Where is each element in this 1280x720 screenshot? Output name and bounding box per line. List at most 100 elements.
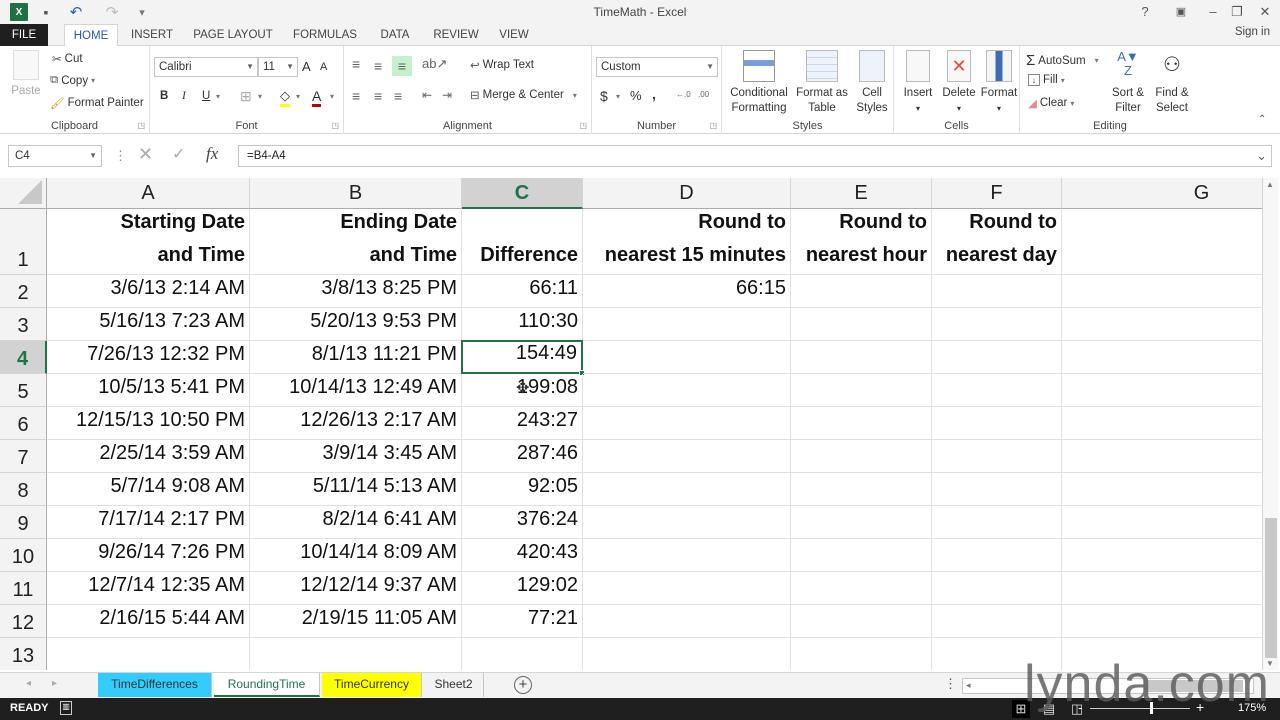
- row-header-1[interactable]: 1: [0, 209, 47, 275]
- sheet-tab-roundingtime[interactable]: RoundingTime: [214, 673, 320, 697]
- select-all-corner[interactable]: [0, 178, 47, 209]
- scroll-up-icon[interactable]: ▲: [1266, 180, 1274, 189]
- column-header-a[interactable]: A: [47, 178, 250, 209]
- format-cells-button[interactable]: Format ▾: [978, 50, 1020, 116]
- cell-a6[interactable]: 12/15/13 10:50 PM: [47, 407, 250, 440]
- clear-button[interactable]: ◢ Clear ▾: [1028, 96, 1074, 110]
- align-middle-icon[interactable]: ≡: [374, 58, 382, 74]
- cell-a3[interactable]: 5/16/13 7:23 AM: [47, 308, 250, 341]
- cell-e3[interactable]: [791, 308, 932, 341]
- cell-f3[interactable]: [932, 308, 1062, 341]
- cut-button[interactable]: ✂ Cut: [52, 52, 83, 66]
- cell-b5[interactable]: 10/14/13 12:49 AM: [250, 374, 462, 407]
- cell-a4[interactable]: 7/26/13 12:32 PM: [47, 341, 250, 374]
- wrap-text-button[interactable]: ↩ Wrap Text: [470, 58, 534, 72]
- cell-b4[interactable]: 8/1/13 11:21 PM: [250, 341, 462, 374]
- cell-c11[interactable]: 129:02: [462, 572, 583, 605]
- cell-f11[interactable]: [932, 572, 1062, 605]
- chevron-down-icon[interactable]: ▾: [616, 92, 620, 101]
- add-sheet-button[interactable]: +: [514, 676, 532, 694]
- cell-f6[interactable]: [932, 407, 1062, 440]
- font-color-icon[interactable]: A: [312, 88, 322, 107]
- zoom-out-button[interactable]: -: [1078, 700, 1082, 715]
- cell-g10[interactable]: [1062, 539, 1262, 572]
- cell-b13[interactable]: [250, 638, 462, 670]
- cell-c1[interactable]: Difference: [462, 209, 583, 275]
- enter-check-icon[interactable]: ✓: [172, 144, 185, 164]
- cell-d10[interactable]: [583, 539, 791, 572]
- cell-a10[interactable]: 9/26/14 7:26 PM: [47, 539, 250, 572]
- help-icon[interactable]: ?: [1132, 2, 1158, 22]
- cell-g8[interactable]: [1062, 473, 1262, 506]
- insert-function-icon[interactable]: fx: [206, 144, 218, 164]
- normal-view-icon[interactable]: ⊞: [1012, 700, 1030, 718]
- sign-in-link[interactable]: Sign in: [1235, 26, 1270, 38]
- align-bottom-icon[interactable]: ≡: [392, 56, 412, 76]
- cell-c10[interactable]: 420:43: [462, 539, 583, 572]
- row-header-8[interactable]: 8: [0, 473, 47, 506]
- font-name-select[interactable]: Calibri ▼: [154, 57, 258, 77]
- column-header-c[interactable]: C: [462, 178, 583, 209]
- tab-data[interactable]: DATA: [372, 24, 418, 46]
- cell-d6[interactable]: [583, 407, 791, 440]
- cell-d5[interactable]: [583, 374, 791, 407]
- currency-button[interactable]: $: [600, 88, 608, 104]
- dialog-launcher-icon[interactable]: ◳: [709, 121, 717, 130]
- sheet-tab-timecurrency[interactable]: TimeCurrency: [322, 673, 422, 697]
- cell-e12[interactable]: [791, 605, 932, 638]
- insert-cells-button[interactable]: Insert ▾: [898, 50, 938, 116]
- cell-e6[interactable]: [791, 407, 932, 440]
- cell-c6[interactable]: 243:27: [462, 407, 583, 440]
- cell-g1[interactable]: [1062, 209, 1262, 275]
- row-header-2[interactable]: 2: [0, 275, 47, 308]
- cell-b12[interactable]: 2/19/15 11:05 AM: [250, 605, 462, 638]
- cell-e2[interactable]: [791, 275, 932, 308]
- orientation-icon[interactable]: ab↗: [422, 56, 447, 72]
- cell-f8[interactable]: [932, 473, 1062, 506]
- conditional-formatting-button[interactable]: Conditional Formatting: [726, 50, 792, 116]
- cell-b9[interactable]: 8/2/14 6:41 AM: [250, 506, 462, 539]
- page-break-view-icon[interactable]: ◫: [1068, 700, 1086, 718]
- horizontal-scrollbar[interactable]: ◂: [962, 678, 1254, 694]
- column-header-g[interactable]: G: [1062, 178, 1262, 209]
- fill-color-icon[interactable]: ◇: [280, 88, 290, 107]
- cancel-icon[interactable]: ✕: [138, 144, 153, 165]
- align-left-icon[interactable]: ≡: [352, 88, 360, 104]
- tab-home[interactable]: HOME: [64, 24, 118, 47]
- row-header-12[interactable]: 12: [0, 605, 47, 638]
- cell-e11[interactable]: [791, 572, 932, 605]
- restore-button[interactable]: ❐: [1224, 2, 1250, 22]
- dialog-launcher-icon[interactable]: ◳: [331, 121, 339, 130]
- decrease-decimal-button[interactable]: .00: [698, 90, 709, 99]
- percent-button[interactable]: %: [630, 88, 642, 103]
- paste-button[interactable]: Paste: [8, 50, 44, 99]
- chevron-down-icon[interactable]: ▾: [296, 92, 300, 101]
- shrink-font-button[interactable]: A: [320, 61, 327, 73]
- cell-g13[interactable]: [1062, 638, 1262, 670]
- ribbon-display-options-icon[interactable]: ▣: [1168, 2, 1194, 22]
- grow-font-button[interactable]: A: [302, 59, 311, 74]
- cell-a2[interactable]: 3/6/13 2:14 AM: [47, 275, 250, 308]
- cell-g5[interactable]: [1062, 374, 1262, 407]
- spreadsheet-grid[interactable]: A B C D E F G 1 Starting Date and Time Ending Date…: [0, 178, 1262, 670]
- cell-f1[interactable]: Round to nearest day: [932, 209, 1062, 275]
- column-header-d[interactable]: D: [583, 178, 791, 209]
- chevron-down-icon[interactable]: ▾: [258, 92, 262, 101]
- row-header-3[interactable]: 3: [0, 308, 47, 341]
- minimize-button[interactable]: –: [1200, 2, 1226, 22]
- split-handle[interactable]: ⋮: [944, 676, 957, 692]
- zoom-level[interactable]: 175%: [1238, 702, 1266, 714]
- name-box[interactable]: C4 ▼: [8, 145, 102, 167]
- vertical-scroll-thumb[interactable]: [1265, 518, 1277, 658]
- find-select-button[interactable]: ⚇ Find & Select: [1150, 50, 1194, 116]
- cell-g7[interactable]: [1062, 440, 1262, 473]
- merge-center-button[interactable]: ⊟ Merge & Center ▾: [470, 88, 577, 102]
- cell-e8[interactable]: [791, 473, 932, 506]
- align-top-icon[interactable]: ≡: [352, 56, 360, 72]
- cell-b3[interactable]: 5/20/13 9:53 PM: [250, 308, 462, 341]
- row-header-4[interactable]: 4: [0, 341, 47, 374]
- cell-b8[interactable]: 5/11/14 5:13 AM: [250, 473, 462, 506]
- cell-e5[interactable]: [791, 374, 932, 407]
- cell-b1[interactable]: Ending Date and Time: [250, 209, 462, 275]
- vertical-scrollbar[interactable]: ▲ ▼: [1262, 178, 1278, 670]
